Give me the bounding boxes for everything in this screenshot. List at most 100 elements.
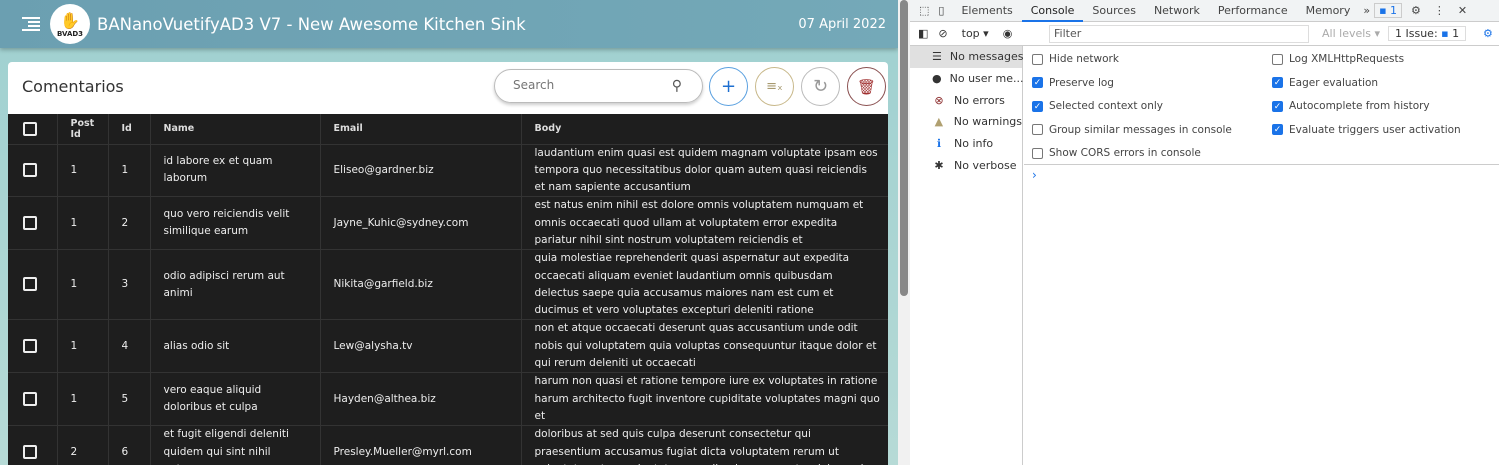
tab-console[interactable]: Console	[1021, 0, 1084, 22]
clear-console-icon[interactable]: ⊘	[938, 27, 947, 40]
column-header-body[interactable]: Body	[520, 114, 888, 145]
table-row[interactable]: 1 2 quo vero reiciendis velit similique …	[8, 196, 888, 251]
sidebar-item-warnings[interactable]: ▲ No warnings	[910, 111, 1022, 133]
cell-body: quia molestiae reprehenderit quasi asper…	[520, 249, 888, 321]
sidebar-item-info[interactable]: ℹ No info	[910, 133, 1022, 155]
row-checkbox[interactable]	[23, 444, 37, 459]
console-sidebar: ☰ No messages ● No user me... ⊗ No errors ▲…	[910, 46, 1024, 465]
table-header-row: Post Id Id Name Email Body	[8, 114, 888, 145]
checked-checkbox[interactable]: ✓	[1272, 77, 1283, 89]
clear-filter-button[interactable]: ≡ₓ	[755, 67, 794, 106]
unchecked-checkbox[interactable]	[1032, 53, 1043, 65]
tab-performance[interactable]: Performance	[1209, 0, 1297, 22]
unchecked-checkbox[interactable]	[1032, 124, 1043, 136]
sidebar-item-label: No warnings	[953, 115, 1022, 129]
unchecked-checkbox[interactable]	[1272, 53, 1283, 65]
setting-option[interactable]: ✓ Autocomplete from history	[1272, 100, 1430, 112]
row-checkbox[interactable]	[23, 277, 37, 292]
table-row[interactable]: 1 3 odio adipisci rerum aut animi Nikita…	[8, 249, 888, 321]
levels-select[interactable]: All levels ▾	[1322, 27, 1380, 40]
row-checkbox[interactable]	[23, 338, 37, 353]
column-header-post-id[interactable]: Post Id	[56, 114, 108, 145]
setting-label: Selected context only	[1049, 100, 1163, 113]
sidebar-item-messages[interactable]: ☰ No messages	[910, 46, 1024, 68]
cell-id: 1	[107, 144, 150, 198]
close-icon[interactable]: ✕	[1449, 0, 1476, 22]
search-input[interactable]	[513, 78, 663, 92]
table-row[interactable]: 1 1 id labore ex et quam laborum Eliseo@…	[8, 144, 888, 198]
refresh-button[interactable]: ↻	[801, 67, 840, 106]
delete-button[interactable]: 🗑	[847, 67, 886, 106]
cell-name: alias odio sit	[149, 319, 320, 374]
tab-elements[interactable]: Elements	[952, 0, 1021, 22]
search-icon[interactable]: ⚲	[672, 78, 682, 94]
filter-input[interactable]: Filter	[1049, 25, 1309, 43]
sidebar-item-errors[interactable]: ⊗ No errors	[910, 89, 1022, 111]
table-row[interactable]: 2 6 et fugit eligendi deleniti quidem qu…	[8, 425, 888, 465]
row-checkbox[interactable]	[23, 215, 37, 230]
settings-icon[interactable]: ⚙	[1402, 0, 1430, 22]
cell-email: Hayden@althea.biz	[319, 372, 521, 427]
more-options-icon[interactable]: ⋮	[1430, 0, 1449, 22]
row-checkbox[interactable]	[23, 162, 37, 177]
setting-option[interactable]: ✓ Preserve log	[1032, 77, 1114, 89]
cell-body: harum non quasi et ratione tempore iure …	[520, 372, 888, 427]
cell-post-id: 1	[56, 196, 108, 251]
setting-option[interactable]: Show CORS errors in console	[1032, 147, 1201, 159]
cell-post-id: 1	[56, 319, 108, 374]
checked-checkbox[interactable]: ✓	[1272, 100, 1283, 112]
comments-card: Comentarios ⚲ + ≡ₓ ↻ 🗑 Post Id Id Name E…	[8, 62, 888, 465]
unchecked-checkbox[interactable]	[1032, 147, 1043, 159]
column-header-id[interactable]: Id	[107, 114, 150, 145]
context-value: top	[961, 27, 980, 40]
tab-network[interactable]: Network	[1145, 0, 1209, 22]
row-checkbox[interactable]	[23, 391, 37, 406]
device-toolbar-icon[interactable]: ▯	[938, 0, 952, 22]
setting-option[interactable]: ✓ Selected context only	[1032, 100, 1163, 112]
cell-email: Presley.Mueller@myrl.com	[319, 425, 521, 465]
sidebar-item-user-messages[interactable]: ● No user me...	[910, 68, 1024, 90]
cell-body: laudantium enim quasi est quidem magnam …	[520, 144, 888, 198]
sidebar-item-label: No verbose	[954, 158, 1017, 172]
select-all-checkbox[interactable]	[23, 121, 37, 136]
setting-option[interactable]: Group similar messages in console	[1032, 124, 1232, 136]
sidebar-item-verbose[interactable]: ✱ No verbose	[910, 154, 1022, 176]
checked-checkbox[interactable]: ✓	[1272, 124, 1283, 136]
setting-option[interactable]: Hide network	[1032, 53, 1119, 65]
issues-button[interactable]: 1 Issue: ▪ 1	[1388, 26, 1467, 41]
cell-id: 5	[107, 372, 150, 427]
issues-badge[interactable]: ▪ 1	[1374, 3, 1403, 18]
setting-option[interactable]: ✓ Evaluate triggers user activation	[1272, 124, 1461, 136]
setting-label: Autocomplete from history	[1289, 100, 1430, 113]
page-scrollbar[interactable]	[898, 0, 910, 465]
table-row[interactable]: 1 4 alias odio sit Lew@alysha.tv non et …	[8, 319, 888, 374]
sidebar-item-label: No info	[954, 137, 994, 151]
issues-badge-count: 1	[1390, 4, 1398, 17]
checked-checkbox[interactable]: ✓	[1032, 100, 1043, 112]
checked-checkbox[interactable]: ✓	[1032, 77, 1043, 89]
setting-label: Preserve log	[1049, 76, 1114, 89]
setting-option[interactable]: Log XMLHttpRequests	[1272, 53, 1404, 65]
more-tabs-icon[interactable]: »	[1359, 0, 1374, 22]
scrollbar-thumb[interactable]	[900, 0, 908, 296]
search-field[interactable]: ⚲	[494, 69, 703, 103]
console-settings-icon[interactable]: ⚙	[1483, 27, 1493, 40]
tab-sources[interactable]: Sources	[1083, 0, 1145, 22]
issues-count: 1	[1452, 27, 1460, 40]
setting-option[interactable]: ✓ Eager evaluation	[1272, 77, 1378, 89]
setting-label: Eager evaluation	[1289, 76, 1379, 89]
column-header-email[interactable]: Email	[319, 114, 521, 145]
inspect-icon[interactable]: ⬚	[910, 0, 938, 22]
tab-memory[interactable]: Memory	[1297, 0, 1360, 22]
cell-body: doloribus at sed quis culpa deserunt con…	[520, 425, 888, 465]
eye-icon[interactable]: ◉	[1003, 27, 1013, 40]
console-prompt[interactable]: ›	[1032, 168, 1037, 182]
add-button[interactable]: +	[709, 67, 748, 106]
column-header-name[interactable]: Name	[149, 114, 320, 145]
info-icon: ℹ	[936, 137, 942, 151]
comments-table: Post Id Id Name Email Body 1 1 id labore…	[8, 114, 888, 465]
context-select[interactable]: top ▾	[962, 27, 989, 40]
table-row[interactable]: 1 5 vero eaque aliquid doloribus et culp…	[8, 372, 888, 427]
sidebar-toggle-icon[interactable]: ◧	[918, 27, 928, 40]
menu-icon[interactable]	[22, 16, 40, 32]
